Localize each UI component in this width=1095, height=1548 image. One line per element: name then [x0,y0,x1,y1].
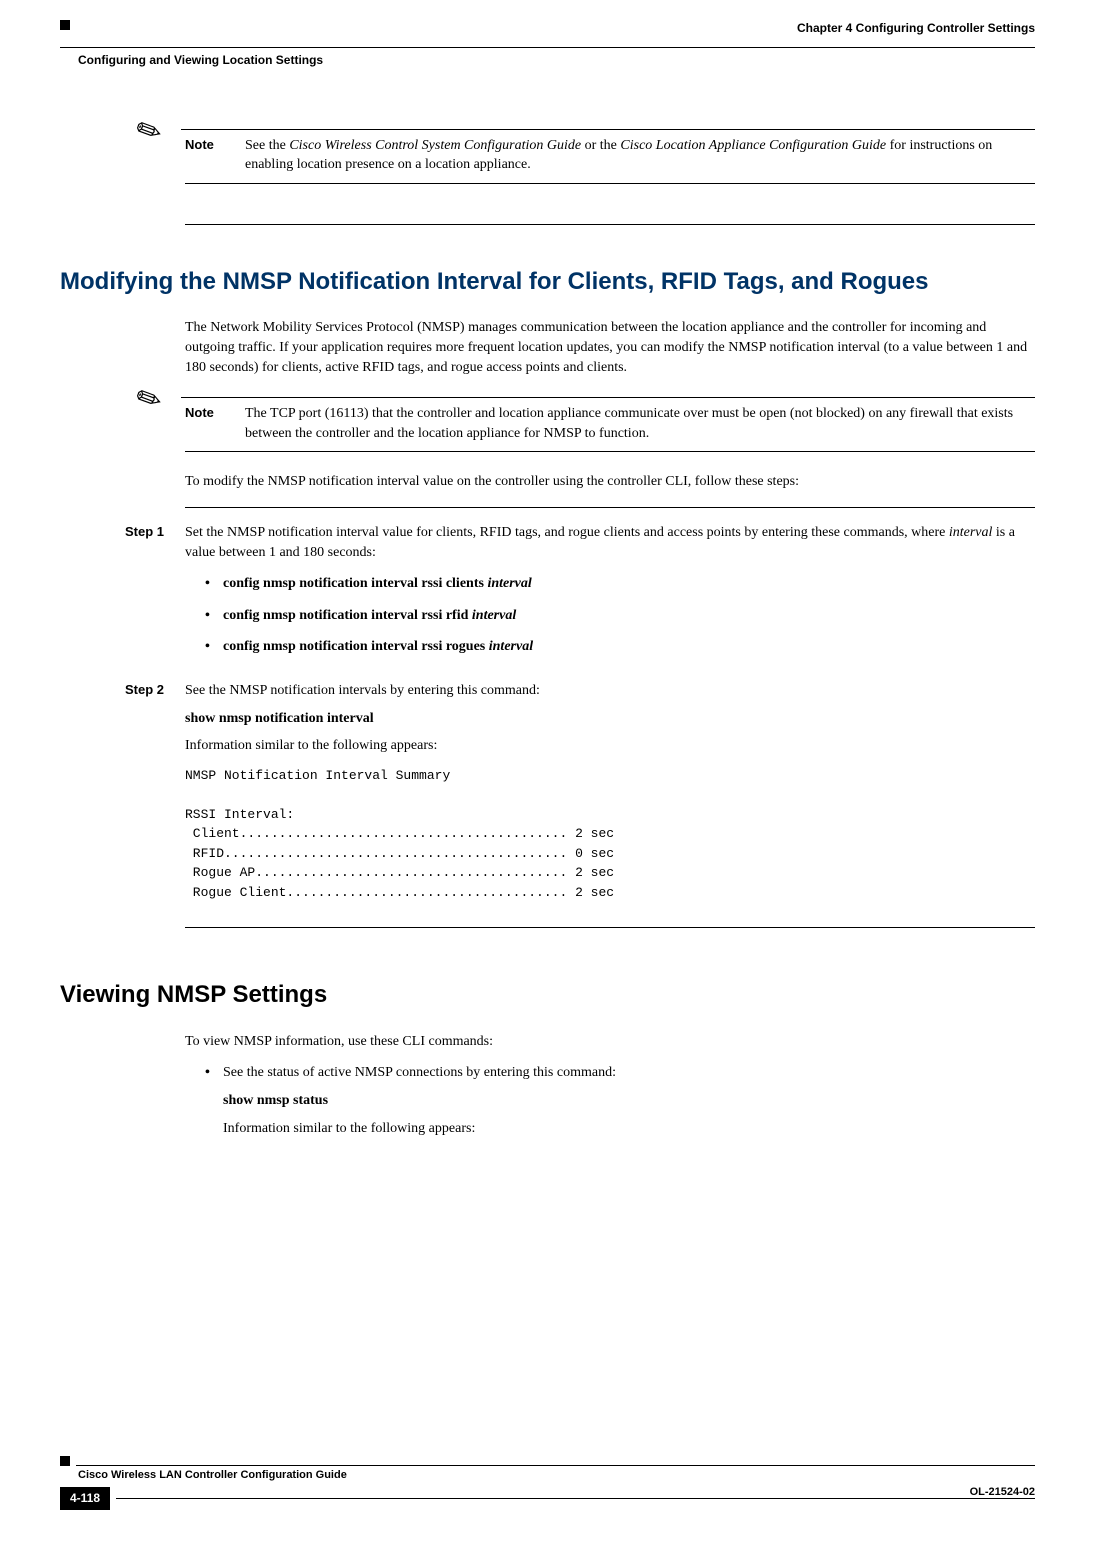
steps-top-rule [185,507,1035,508]
step-2: Step 2 See the NMSP notification interva… [185,681,1035,912]
note-label: Note [185,130,245,154]
page-header: Chapter 4 Configuring Controller Setting… [60,20,1035,39]
header-section-label: Configuring and Viewing Location Setting… [78,52,1035,69]
bullet1-text: See the status of active NMSP connection… [223,1063,1035,1083]
note-block-2: ✎ Note The TCP port (16113) that the con… [185,397,1035,452]
section2-intro: To view NMSP information, use these CLI … [185,1032,1035,1052]
step1-command-list: config nmsp notification interval rssi c… [185,574,1035,657]
note1-doc2: Cisco Location Appliance Configuration G… [620,138,886,153]
page-number: 4-118 [60,1487,110,1510]
note-block-1: ✎ Note See the Cisco Wireless Control Sy… [185,129,1035,184]
note-text-2: The TCP port (16113) that the controller… [245,397,1035,443]
header-right: Chapter 4 Configuring Controller Setting… [797,20,1035,39]
step1-italic: interval [949,525,993,540]
chapter-label: Chapter 4 Configuring Controller Setting… [797,20,1035,37]
cmd-item-clients: config nmsp notification interval rssi c… [205,574,1035,594]
cmd-bold: config nmsp notification interval rssi c… [223,576,487,591]
note-label-2: Note [185,398,245,422]
section1-intro: The Network Mobility Services Protocol (… [185,318,1035,377]
step2-cmd: show nmsp notification interval [185,709,1035,729]
step1-pre: Set the NMSP notification interval value… [185,525,949,540]
bullet-show-status: See the status of active NMSP connection… [205,1063,1035,1138]
pencil-icon: ✎ [129,107,170,156]
section-heading-viewing-nmsp: Viewing NMSP Settings [60,978,1035,1012]
step2-text: See the NMSP notification intervals by e… [185,681,1035,701]
note1-mid: or the [581,138,620,153]
main-content: ✎ Note See the Cisco Wireless Control Sy… [185,129,1035,1139]
cmd-item-rogues: config nmsp notification interval rssi r… [205,637,1035,657]
header-marker-icon [60,20,70,30]
step1-body: Set the NMSP notification interval value… [185,523,1035,669]
step2-body: See the NMSP notification intervals by e… [185,681,1035,912]
section-divider-1 [185,224,1035,225]
page-footer: Cisco Wireless LAN Controller Configurat… [60,1456,1035,1510]
pencil-icon: ✎ [129,376,170,425]
page-container: Chapter 4 Configuring Controller Setting… [0,0,1095,1530]
bullet1-info: Information similar to the following app… [223,1119,1035,1139]
note1-prefix: See the [245,138,289,153]
footer-marker-icon [60,1456,70,1466]
step2-output: NMSP Notification Interval Summary RSSI … [185,766,1035,903]
step1-label: Step 1 [125,523,185,669]
doc-number: OL-21524-02 [970,1485,1035,1500]
step2-info: Information similar to the following app… [185,736,1035,756]
section-heading-nmsp-interval: Modifying the NMSP Notification Interval… [60,265,1035,299]
header-left [60,20,76,30]
cmd-bold: config nmsp notification interval rssi r… [223,608,472,623]
cmd-item-rfid: config nmsp notification interval rssi r… [205,606,1035,626]
footer-title: Cisco Wireless LAN Controller Configurat… [78,1468,1035,1483]
cmd-italic: interval [472,608,516,623]
note-text-1: See the Cisco Wireless Control System Co… [245,129,1035,175]
cmd-italic: interval [489,639,533,654]
follow-steps-para: To modify the NMSP notification interval… [185,472,1035,492]
step-1: Step 1 Set the NMSP notification interva… [185,523,1035,669]
cmd-italic: interval [487,576,531,591]
note1-doc1: Cisco Wireless Control System Configurat… [289,138,581,153]
bullet1-cmd: show nmsp status [223,1091,1035,1111]
header-rule [60,47,1035,48]
step2-label: Step 2 [125,681,185,912]
section2-bullets: See the status of active NMSP connection… [185,1063,1035,1138]
cmd-bold: config nmsp notification interval rssi r… [223,639,489,654]
steps-bottom-rule [185,927,1035,928]
